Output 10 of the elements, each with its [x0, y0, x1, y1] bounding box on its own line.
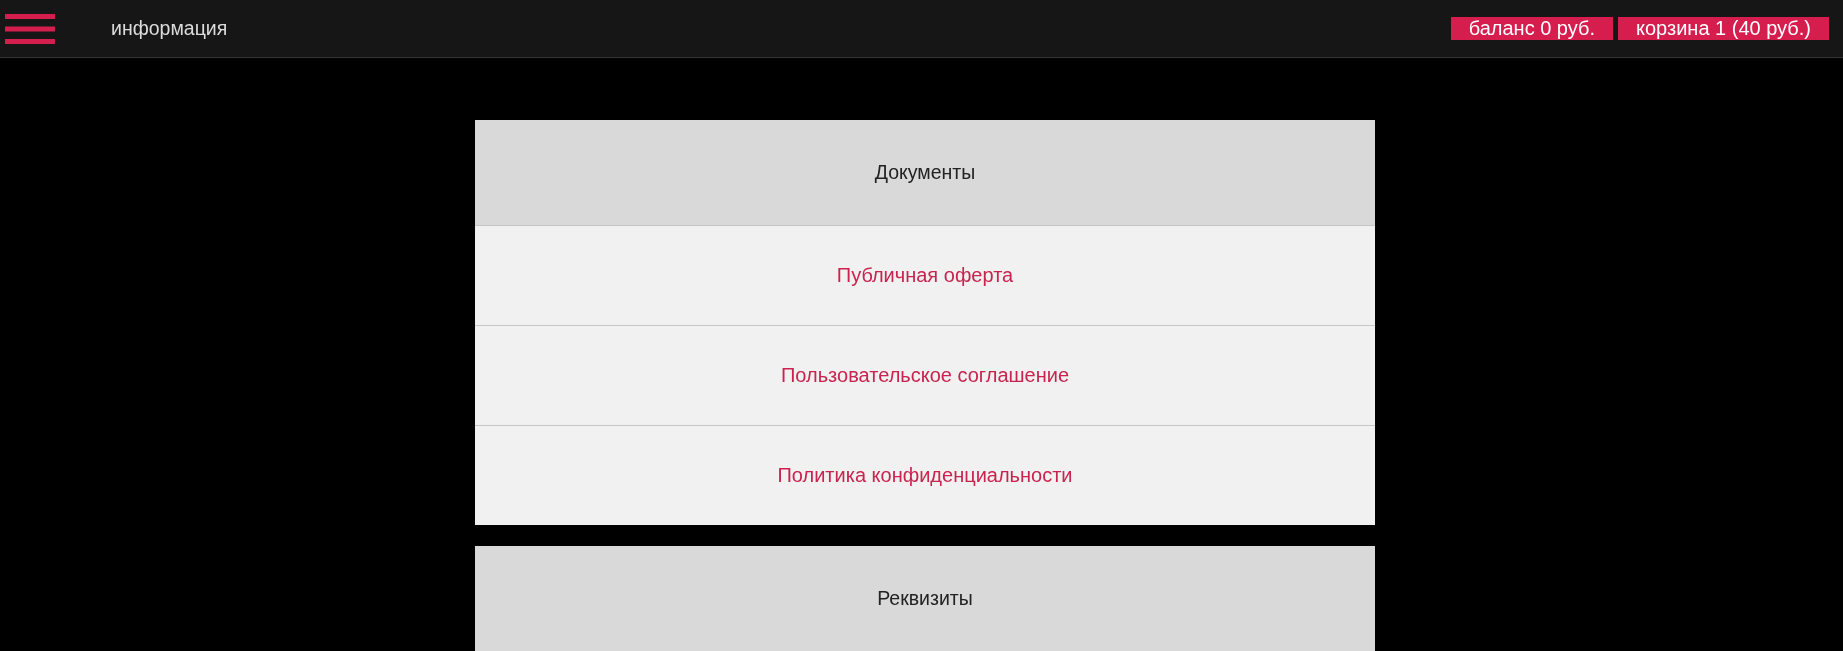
- page-title: информация: [111, 17, 228, 40]
- document-link[interactable]: Политика конфиденциальности: [475, 425, 1375, 525]
- menu-button[interactable]: [5, 13, 55, 44]
- document-link[interactable]: Пользовательское соглашение: [475, 325, 1375, 425]
- section-header: Документы: [475, 120, 1375, 225]
- document-link[interactable]: Публичная оферта: [475, 225, 1375, 325]
- header-button[interactable]: баланс 0 руб.: [1450, 17, 1613, 40]
- menu-icon: [5, 13, 55, 44]
- header-button[interactable]: корзина 1 (40 руб.): [1618, 17, 1829, 40]
- section-header: Реквизиты: [475, 546, 1375, 651]
